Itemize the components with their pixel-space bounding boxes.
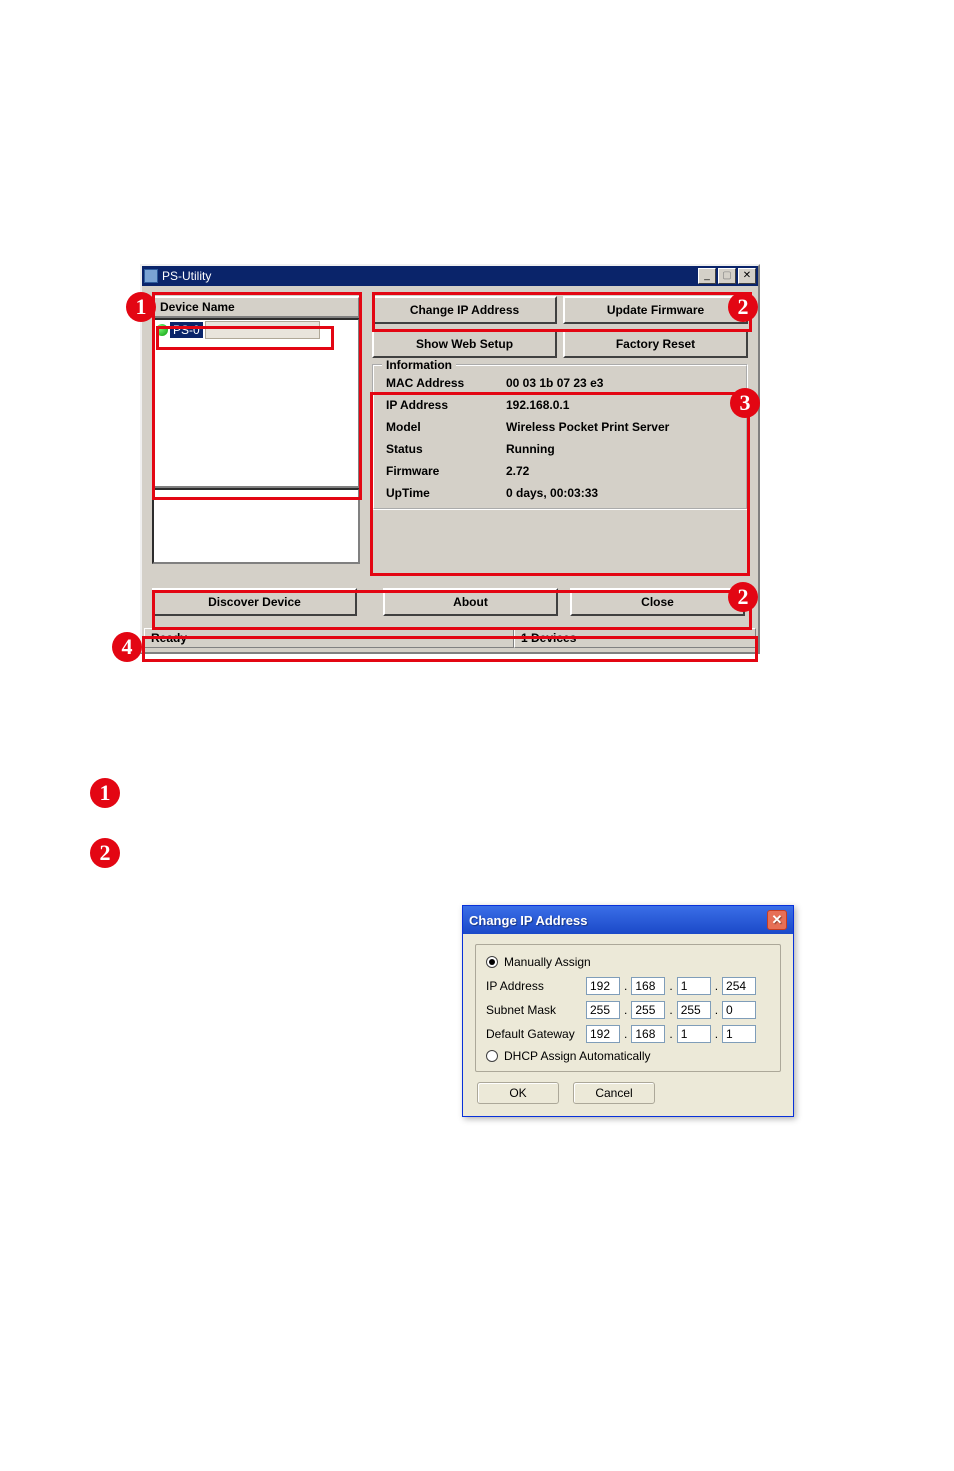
gw-octet-4[interactable]: 1 <box>722 1025 756 1043</box>
information-legend: Information <box>382 358 456 372</box>
dialog-close-icon[interactable]: ✕ <box>767 910 787 930</box>
firmware-label: Firmware <box>386 464 506 478</box>
dhcp-label: DHCP Assign Automatically <box>504 1049 651 1063</box>
badge-2-bottom: 2 <box>728 582 758 612</box>
subnet-label: Subnet Mask <box>486 1003 586 1017</box>
ip-label: IP Address <box>386 398 506 412</box>
mac-label: MAC Address <box>386 376 506 390</box>
radio-icon[interactable] <box>486 1050 498 1062</box>
ip-address-label: IP Address <box>486 979 586 993</box>
subnet-octet-1[interactable]: 255 <box>586 1001 620 1019</box>
badge-2-top: 2 <box>728 292 758 322</box>
legend-badge-2: 2 <box>90 838 120 868</box>
information-frame: Information MAC Address00 03 1b 07 23 e3… <box>372 364 748 510</box>
subnet-octet-2[interactable]: 255 <box>631 1001 665 1019</box>
radio-icon[interactable] <box>486 956 498 968</box>
manual-assign-label: Manually Assign <box>504 955 591 969</box>
maximize-button[interactable]: ▢ <box>718 268 736 284</box>
status-device-count: 1 Devices <box>514 628 756 648</box>
subnet-octet-3[interactable]: 255 <box>677 1001 711 1019</box>
device-item-name: PS-0 <box>170 322 203 338</box>
subnet-octet-4[interactable]: 0 <box>722 1001 756 1019</box>
manual-assign-radio-row[interactable]: Manually Assign <box>486 955 770 969</box>
status-value: Running <box>506 442 734 456</box>
change-ip-button[interactable]: Change IP Address <box>372 296 557 324</box>
status-ready: Ready <box>144 628 514 648</box>
legend-badge-1: 1 <box>90 778 120 808</box>
gw-octet-2[interactable]: 168 <box>631 1025 665 1043</box>
firmware-value: 2.72 <box>506 464 734 478</box>
gw-octet-1[interactable]: 192 <box>586 1025 620 1043</box>
close-button[interactable]: Close <box>570 588 745 616</box>
gw-octet-3[interactable]: 1 <box>677 1025 711 1043</box>
status-dot-icon <box>156 324 168 336</box>
ip-settings-frame: Manually Assign IP Address 192. 168. 1. … <box>475 944 781 1072</box>
dhcp-radio-row[interactable]: DHCP Assign Automatically <box>486 1049 770 1063</box>
badge-3: 3 <box>730 388 760 418</box>
discover-device-button[interactable]: Discover Device <box>152 588 357 616</box>
ok-button[interactable]: OK <box>477 1082 559 1104</box>
badge-1: 1 <box>126 292 156 322</box>
ip-octet-3[interactable]: 1 <box>677 977 711 995</box>
ps-utility-window: PS-Utility _ ▢ ✕ Device Name PS-0 Change… <box>140 264 760 654</box>
ip-octet-1[interactable]: 192 <box>586 977 620 995</box>
ip-value: 192.168.0.1 <box>506 398 734 412</box>
device-list[interactable]: PS-0 <box>152 318 360 488</box>
titlebar: PS-Utility _ ▢ ✕ <box>142 266 758 286</box>
status-bar: Ready 1 Devices <box>144 628 756 648</box>
badge-4: 4 <box>112 632 142 662</box>
change-ip-dialog: Change IP Address ✕ Manually Assign IP A… <box>462 905 794 1117</box>
device-name-header: Device Name <box>152 296 360 318</box>
secondary-list <box>152 488 360 564</box>
ip-octet-4[interactable]: 254 <box>722 977 756 995</box>
window-title: PS-Utility <box>162 269 211 283</box>
dialog-titlebar: Change IP Address ✕ <box>463 906 793 934</box>
mac-value: 00 03 1b 07 23 e3 <box>506 376 734 390</box>
device-item-extra <box>205 321 320 339</box>
device-list-item[interactable]: PS-0 <box>154 320 358 340</box>
uptime-label: UpTime <box>386 486 506 500</box>
dialog-title: Change IP Address <box>469 913 587 928</box>
cancel-button[interactable]: Cancel <box>573 1082 655 1104</box>
ip-octet-2[interactable]: 168 <box>631 977 665 995</box>
gateway-label: Default Gateway <box>486 1027 586 1041</box>
status-label: Status <box>386 442 506 456</box>
factory-reset-button[interactable]: Factory Reset <box>563 330 748 358</box>
minimize-button[interactable]: _ <box>698 268 716 284</box>
app-icon <box>144 269 158 283</box>
update-firmware-button[interactable]: Update Firmware <box>563 296 748 324</box>
close-window-button[interactable]: ✕ <box>738 268 756 284</box>
model-label: Model <box>386 420 506 434</box>
uptime-value: 0 days, 00:03:33 <box>506 486 734 500</box>
show-web-setup-button[interactable]: Show Web Setup <box>372 330 557 358</box>
about-button[interactable]: About <box>383 588 558 616</box>
model-value: Wireless Pocket Print Server <box>506 420 734 434</box>
